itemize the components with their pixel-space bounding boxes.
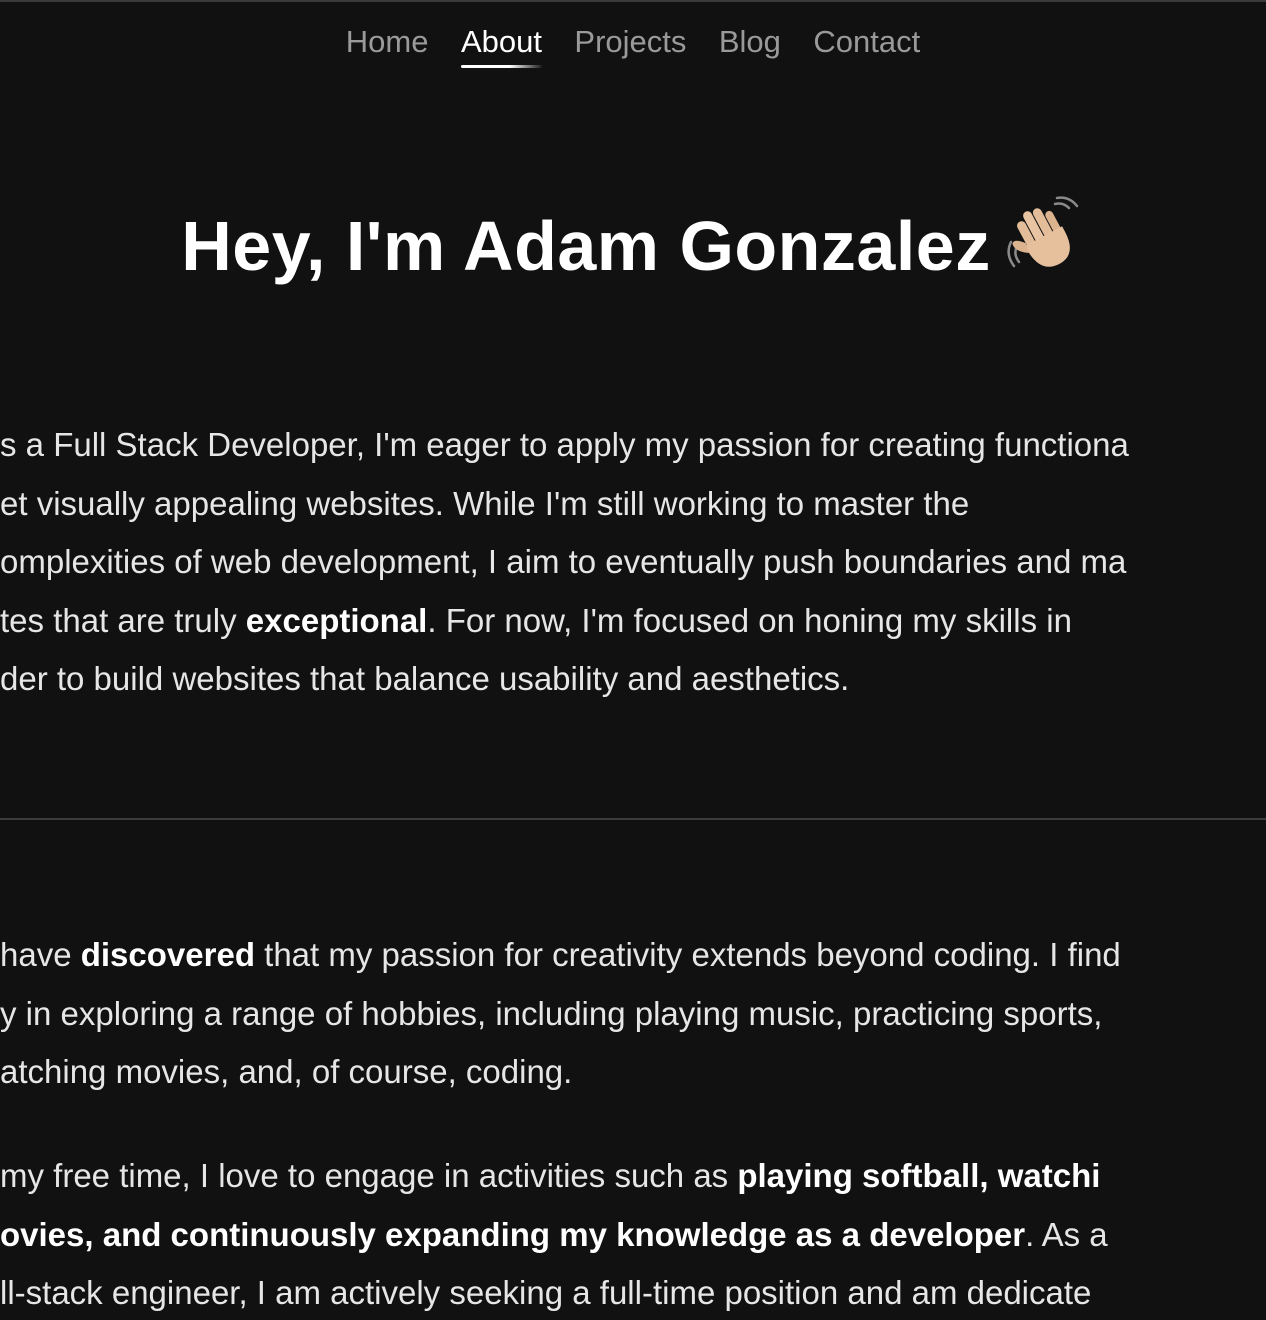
text-span: der to build websites that balance usabi… bbox=[0, 660, 850, 697]
text-span: omplexities of web development, I aim to… bbox=[0, 543, 1127, 580]
intro-line-3: omplexities of web development, I aim to… bbox=[0, 533, 1129, 592]
nav-projects-link[interactable]: Projects bbox=[574, 22, 686, 62]
text-span: have bbox=[0, 936, 81, 973]
hero-heading: Hey, I'm Adam Gonzalez bbox=[0, 196, 1266, 292]
section-divider bbox=[0, 818, 1266, 820]
text-span: s a Full Stack Developer, I'm eager to a… bbox=[0, 426, 1129, 463]
hobbies-line-1: have discovered that my passion for crea… bbox=[0, 926, 1121, 985]
hobbies-line-2: y in exploring a range of hobbies, inclu… bbox=[0, 985, 1121, 1044]
free-time-paragraph: my free time, I love to engage in activi… bbox=[0, 1147, 1108, 1320]
text-span: . For now, I'm focused on honing my skil… bbox=[427, 601, 1072, 639]
text-span: tes that are truly bbox=[0, 601, 246, 639]
intro-line-5: der to build websites that balance usabi… bbox=[0, 650, 1129, 709]
emphasis-activities: playing softball, watchi bbox=[737, 1157, 1101, 1194]
nav-contact-link[interactable]: Contact bbox=[813, 22, 920, 62]
waving-hand-icon bbox=[1005, 196, 1085, 276]
nav-about-link[interactable]: About bbox=[460, 22, 542, 68]
text-span: my free time, I love to engage in activi… bbox=[0, 1157, 738, 1194]
text-span: . As a bbox=[1025, 1215, 1108, 1253]
intro-line-4: tes that are truly exceptional. For now,… bbox=[0, 592, 1129, 651]
free-time-line-2: ovies, and continuously expanding my kno… bbox=[0, 1206, 1108, 1265]
text-span: atching movies, and, of course, coding. bbox=[0, 1053, 573, 1090]
text-span: y in exploring a range of hobbies, inclu… bbox=[0, 994, 1103, 1032]
intro-paragraph: s a Full Stack Developer, I'm eager to a… bbox=[0, 416, 1129, 709]
intro-line-1: s a Full Stack Developer, I'm eager to a… bbox=[0, 416, 1129, 475]
top-border bbox=[0, 0, 1266, 2]
free-time-line-1: my free time, I love to engage in activi… bbox=[0, 1147, 1108, 1206]
free-time-line-3: ll-stack engineer, I am actively seeking… bbox=[0, 1264, 1108, 1320]
emphasis-activities-cont: ovies, and continuously expanding my kno… bbox=[0, 1215, 1026, 1253]
hero-title-text: Hey, I'm Adam Gonzalez bbox=[181, 207, 991, 285]
nav-home-link[interactable]: Home bbox=[346, 22, 429, 62]
text-span: that my passion for creativity extends b… bbox=[254, 936, 1121, 973]
intro-line-2: et visually appealing websites. While I'… bbox=[0, 475, 1129, 534]
hobbies-paragraph: have discovered that my passion for crea… bbox=[0, 926, 1121, 1102]
nav-blog-link[interactable]: Blog bbox=[719, 22, 781, 62]
text-span: ll-stack engineer, I am actively seeking… bbox=[0, 1274, 1092, 1311]
emphasis-exceptional: exceptional bbox=[245, 601, 428, 639]
emphasis-discovered: discovered bbox=[80, 936, 255, 973]
main-nav: Home About Projects Blog Contact bbox=[0, 22, 1266, 68]
text-span: et visually appealing websites. While I'… bbox=[0, 484, 970, 522]
hobbies-line-3: atching movies, and, of course, coding. bbox=[0, 1043, 1121, 1102]
